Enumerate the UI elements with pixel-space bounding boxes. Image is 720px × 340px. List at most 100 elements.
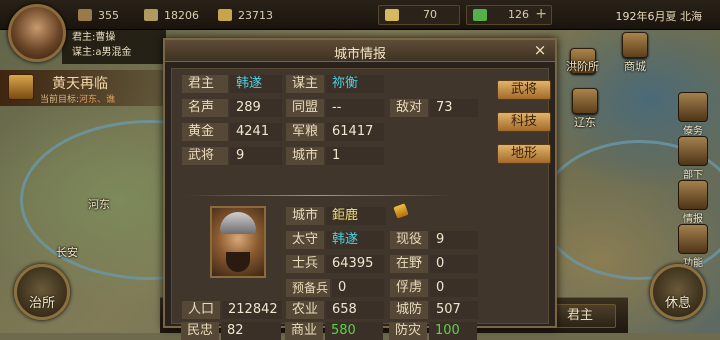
stat-advisor: 谋主 祢衡	[286, 75, 384, 93]
event-banner[interactable]: 黄天再临 当前目标:河东、谯	[0, 70, 170, 106]
side-item-label: 部下	[683, 170, 703, 181]
stat-label: 名声	[182, 99, 228, 117]
stat-label: 人口	[182, 301, 220, 319]
shop-icon[interactable]	[622, 32, 648, 58]
book-icon	[678, 180, 708, 210]
side-item-affairs[interactable]: 傣务	[670, 92, 716, 137]
add-icon[interactable]: +	[535, 6, 547, 22]
stat-label: 黄金	[182, 123, 228, 141]
ticket-icon	[473, 9, 487, 21]
stat-label: 君主	[182, 75, 228, 93]
resource-3: 23713	[218, 6, 273, 24]
stat-cities: 城市 1	[286, 147, 384, 165]
stat-label: 预备兵	[286, 279, 330, 297]
resource-value: 355	[98, 8, 119, 22]
stat-hostile: 敌对 73	[390, 99, 478, 117]
stat-value: 212842	[222, 301, 282, 319]
stat-value: 0	[430, 279, 478, 297]
terrain-button[interactable]: 地形	[497, 144, 551, 164]
stat-label: 俘虏	[390, 279, 428, 297]
player-info[interactable]: 君主:曹操 谋主:a男混金	[62, 30, 166, 64]
grain-icon	[144, 9, 158, 21]
stat-label: 农业	[286, 301, 324, 319]
stat-value: 82	[221, 322, 281, 340]
city-icon[interactable]	[572, 88, 598, 114]
stat-value: --	[326, 99, 384, 117]
stat-label: 敌对	[390, 99, 428, 117]
stat-value: 9	[430, 231, 478, 249]
token-icon	[78, 9, 92, 21]
event-goal: 当前目标:河东、谯	[40, 92, 115, 105]
stat-soldiers: 士兵 64395	[286, 255, 384, 273]
chest-icon	[8, 74, 34, 100]
stat-label: 武将	[182, 147, 228, 165]
stat-label: 同盟	[286, 99, 324, 117]
map-label-changan[interactable]: 长安	[56, 244, 78, 260]
player-avatar[interactable]	[8, 4, 66, 62]
stat-active: 现役 9	[390, 231, 478, 249]
gold-icon	[218, 9, 232, 21]
city-name-row: 城市 鉅鹿	[286, 207, 386, 225]
stat-value: 507	[430, 301, 478, 319]
helmet-shape	[220, 212, 256, 234]
rename-icon[interactable]	[393, 203, 409, 219]
generals-button[interactable]: 武将	[497, 80, 551, 100]
resource-5[interactable]: 126 +	[466, 5, 552, 25]
stat-reserve: 预备兵 0	[286, 279, 384, 297]
dialog-title: 城市情报	[333, 47, 386, 62]
stat-value: 4241	[230, 123, 282, 141]
stat-population: 人口 212842	[182, 301, 282, 319]
resource-4[interactable]: 70	[378, 5, 460, 25]
resource-value: 70	[423, 8, 437, 21]
resource-1: 355	[78, 6, 119, 24]
stat-disaster-prevention: 防灾 100	[389, 322, 477, 340]
stat-label: 城防	[390, 301, 428, 319]
stat-loyalty: 民忠 82	[181, 322, 281, 340]
close-button[interactable]: ×	[531, 41, 549, 59]
event-title: 黄天再临	[52, 76, 108, 92]
stat-label: 民忠	[181, 322, 219, 340]
stat-lord: 君主 韩遂	[182, 75, 282, 93]
dialog-body: 君主 韩遂 谋主 祢衡 名声 289 同盟 -- 敌对 73 黄金 4241 军…	[171, 68, 549, 324]
map-label-liaodong[interactable]: 辽东	[574, 114, 596, 130]
city-label: 城市	[286, 207, 324, 225]
stat-prisoners: 俘虏 0	[390, 279, 478, 297]
stat-label: 士兵	[286, 255, 324, 273]
stat-commerce: 商业 580	[285, 322, 383, 340]
city-info-dialog: 城市情报 × 君主 韩遂 谋主 祢衡 名声 289 同盟 -- 敌对 73 黄金…	[163, 38, 557, 340]
soldier-icon	[678, 136, 708, 166]
technology-button[interactable]: 科技	[497, 112, 551, 132]
resource-bar: 355 18206 23713 70 126 + 192年6月夏 北海	[0, 0, 720, 30]
stat-value: 61417	[326, 123, 384, 141]
stat-value: 0	[430, 255, 478, 273]
governance-label: 治所	[28, 296, 55, 311]
stat-fame: 名声 289	[182, 99, 282, 117]
stat-defense: 城防 507	[390, 301, 478, 319]
governor-label: 太守	[286, 231, 324, 249]
dialog-header: 城市情报 ×	[165, 40, 555, 62]
map-label-shangcheng[interactable]: 商城	[624, 58, 646, 74]
coin-icon	[385, 9, 399, 21]
governor-portrait[interactable]	[210, 206, 266, 278]
stat-value: 289	[230, 99, 282, 117]
map-label-hedong[interactable]: 河东	[88, 196, 110, 212]
stat-generals: 武将 9	[182, 147, 282, 165]
stat-label: 谋主	[286, 75, 324, 93]
stat-value: 1	[326, 147, 384, 165]
governance-button[interactable]: 治所	[14, 264, 70, 320]
scroll-icon	[678, 92, 708, 122]
stat-value: 64395	[326, 255, 384, 273]
resource-value: 18206	[164, 8, 199, 22]
map-label-hongjiesuo[interactable]: 洪阶所	[566, 58, 599, 74]
stat-food: 军粮 61417	[286, 123, 384, 141]
city-value: 鉅鹿	[326, 207, 386, 225]
rest-button[interactable]: 休息	[650, 264, 706, 320]
lord-name: 君主:曹操	[72, 32, 116, 43]
rest-label: 休息	[664, 296, 691, 311]
side-item-subordinates[interactable]: 部下	[670, 136, 716, 181]
stat-label: 现役	[390, 231, 428, 249]
side-item-intel[interactable]: 情报	[670, 180, 716, 225]
advisor-name: 谋主:a男混金	[72, 47, 132, 58]
stat-label: 在野	[390, 255, 428, 273]
side-item-functions[interactable]: 功能	[670, 224, 716, 269]
